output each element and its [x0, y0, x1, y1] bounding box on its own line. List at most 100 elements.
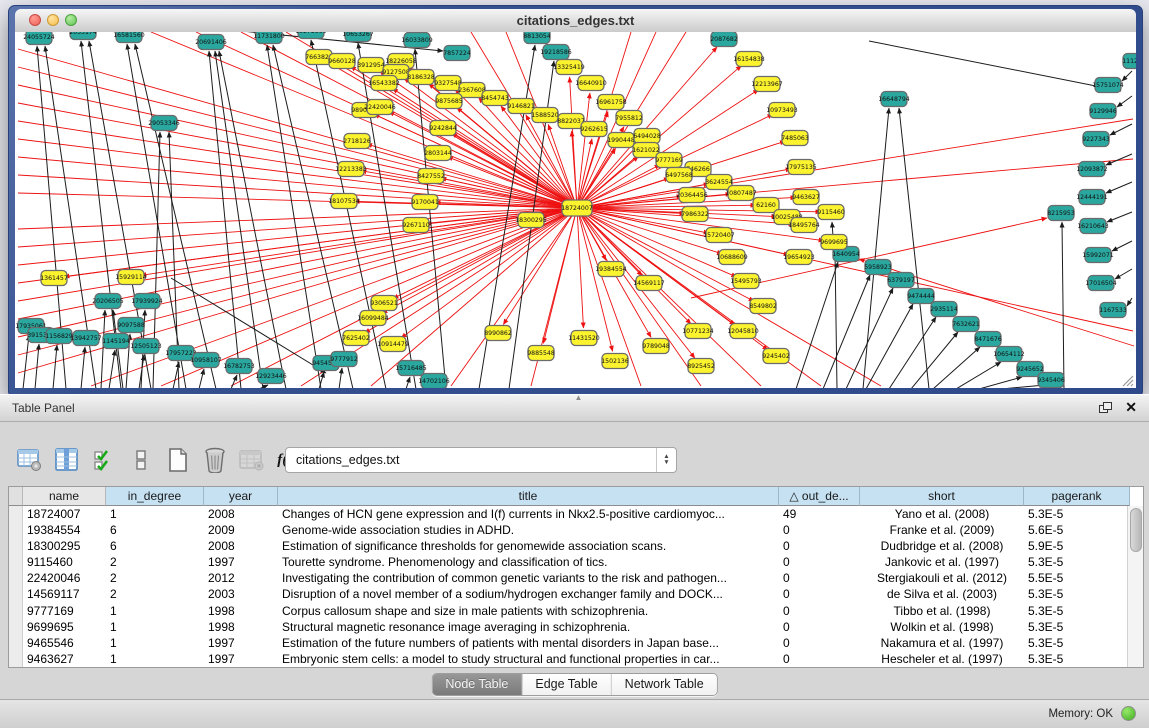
graph-node[interactable]: 8471676 [974, 332, 1002, 347]
graph-node[interactable]: 19384554 [595, 262, 627, 277]
graph-node[interactable]: 15495793 [730, 274, 762, 289]
graph-node[interactable]: 9463627 [792, 190, 820, 205]
graph-node[interactable]: 11731800 [253, 32, 285, 44]
graph-node[interactable]: 9885548 [527, 346, 555, 361]
delete-table-icon[interactable] [201, 447, 228, 474]
graph-node[interactable]: 1156829 [45, 329, 73, 344]
graph-node[interactable]: 10958107 [190, 353, 222, 368]
graph-node[interactable]: 10688609 [716, 250, 748, 265]
graph-node[interactable]: 9129946 [1089, 104, 1117, 119]
graph-node[interactable]: 10654112 [993, 347, 1025, 362]
graph-node[interactable]: 1990448 [607, 133, 635, 148]
graph-node[interactable]: 16033809 [401, 33, 433, 48]
scrollbar-thumb[interactable] [1130, 508, 1142, 552]
graph-node[interactable]: 9789048 [642, 339, 670, 354]
graph-node[interactable]: 14569117 [633, 276, 665, 291]
graph-node[interactable]: 11431520 [568, 331, 600, 346]
graph-node[interactable]: 9097588 [117, 318, 145, 333]
graph-node[interactable]: 10653267 [342, 32, 374, 42]
graph-node[interactable]: 2087682 [710, 32, 738, 47]
table-row[interactable]: 969969511998Structural magnetic resonanc… [9, 619, 1143, 635]
graph-node[interactable]: 12213383 [335, 162, 367, 177]
graph-node[interactable]: 6379197 [887, 273, 915, 288]
graph-node[interactable]: 9227343 [1082, 132, 1110, 147]
graph-node[interactable]: 1112843 [1122, 54, 1136, 69]
graph-node[interactable]: 6494028 [633, 129, 661, 144]
graph-node[interactable]: 3912954 [357, 58, 385, 73]
tab-edge-table[interactable]: Edge Table [522, 674, 611, 695]
graph-node[interactable]: 18107534 [328, 194, 360, 209]
graph-node[interactable]: 1145194 [102, 334, 130, 349]
column-header-gutter[interactable] [9, 487, 23, 506]
network-canvas[interactable]: 2405572420531741658156020691406117318001… [15, 32, 1136, 388]
graph-node[interactable]: 12213967 [751, 77, 783, 92]
column-header-out_de[interactable]: △ out_de... [779, 487, 860, 506]
graph-node[interactable]: 22420046 [364, 100, 396, 115]
tab-network-table[interactable]: Network Table [612, 674, 717, 695]
table-row[interactable]: 946554611997Estimation of the future num… [9, 635, 1143, 651]
column-header-title[interactable]: title [278, 487, 779, 506]
graph-node[interactable]: 12505123 [130, 339, 162, 354]
graph-node[interactable]: 16154838 [733, 52, 765, 67]
graph-node[interactable]: 1588520 [531, 108, 559, 123]
graph-node[interactable]: 13942757 [70, 331, 102, 346]
close-window-button[interactable] [29, 14, 41, 26]
graph-node[interactable]: 10973493 [766, 103, 798, 118]
graph-node[interactable]: 2053174 [69, 32, 97, 40]
graph-node[interactable]: 8454743 [481, 91, 509, 106]
graph-node[interactable]: 15751074 [1092, 78, 1124, 93]
graph-node[interactable]: 9170041 [411, 195, 439, 210]
column-header-year[interactable]: year [204, 487, 278, 506]
graph-node[interactable]: 24055724 [23, 32, 55, 45]
vertical-scrollbar[interactable] [1127, 506, 1143, 667]
graph-node[interactable]: 5958923 [864, 260, 892, 275]
graph-node[interactable]: 16648794 [878, 92, 910, 107]
graph-node[interactable]: 15720407 [703, 228, 735, 243]
column-header-pagerank[interactable]: pagerank [1024, 487, 1130, 506]
graph-node[interactable]: 12923446 [255, 369, 287, 384]
graph-node[interactable]: 10807487 [725, 186, 757, 201]
graph-node[interactable]: 9474444 [907, 289, 935, 304]
graph-node[interactable]: 15929114 [115, 270, 147, 285]
graph-node[interactable]: 7485063 [781, 131, 809, 146]
column-header-name[interactable]: name [23, 487, 106, 506]
graph-node[interactable]: 8215953 [1047, 206, 1075, 221]
graph-node[interactable]: 16640910 [575, 76, 607, 91]
graph-node[interactable]: 9777169 [655, 153, 683, 168]
graph-node[interactable]: 16210643 [1077, 219, 1109, 234]
graph-node[interactable]: 9242844 [429, 121, 457, 136]
graph-node[interactable]: 12045810 [727, 324, 759, 339]
graph-node[interactable]: 19218586 [540, 45, 572, 60]
graph-node[interactable]: 8549802 [749, 299, 777, 314]
graph-node[interactable]: 16099484 [357, 311, 389, 326]
select-all-icon[interactable] [90, 447, 117, 474]
graph-node[interactable]: 9699695 [820, 235, 848, 250]
graph-node[interactable]: 12093872 [1076, 162, 1108, 177]
graph-node[interactable]: 7625402 [342, 331, 370, 346]
graph-node[interactable]: 9267110 [402, 218, 430, 233]
graph-node[interactable]: 18495764 [788, 218, 820, 233]
graph-node[interactable]: 9777912 [330, 352, 358, 367]
graph-node[interactable]: 7632621 [952, 317, 980, 332]
graph-node[interactable]: 8186328 [407, 70, 435, 85]
graph-node[interactable]: 1361457 [40, 271, 68, 286]
table-row[interactable]: 911546021997Tourette syndrome. Phenomeno… [9, 554, 1143, 570]
select-columns-icon[interactable] [53, 447, 80, 474]
graph-node[interactable]: 17975135 [785, 160, 817, 175]
table-row[interactable]: 1830029562008Estimation of significance … [9, 538, 1143, 554]
graph-node[interactable]: 1502136 [601, 354, 629, 369]
graph-node[interactable]: 15272599 [295, 32, 327, 39]
graph-node[interactable]: 14702106 [418, 374, 450, 389]
graph-node[interactable]: 9306521 [370, 296, 398, 311]
graph-node[interactable]: 2935114 [930, 302, 958, 317]
graph-node[interactable]: 7986322 [681, 207, 709, 222]
table-row[interactable]: 2242004622012Investigating the contribut… [9, 570, 1143, 586]
graph-node[interactable]: 19654923 [783, 250, 815, 265]
graph-node[interactable]: 10771234 [682, 324, 714, 339]
graph-node[interactable]: 16782753 [223, 359, 255, 374]
graph-node[interactable]: 2803144 [424, 146, 452, 161]
graph-node[interactable]: 15992071 [1082, 248, 1114, 263]
graph-node[interactable]: 20691406 [195, 35, 227, 50]
graph-node[interactable]: 9660128 [328, 54, 356, 69]
graph-node[interactable]: 18300295 [515, 213, 547, 228]
